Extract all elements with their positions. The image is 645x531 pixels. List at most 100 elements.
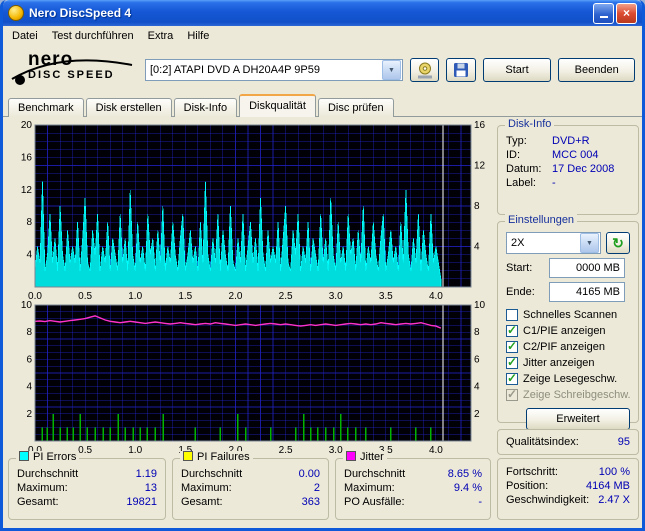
svg-text:3.0: 3.0 [329,291,343,301]
tab-benchmark[interactable]: Benchmark [8,98,84,117]
disk-info-row: Label:- [498,176,638,190]
disk-info-title: Disk-Info [505,118,554,130]
minimize-button[interactable] [593,3,614,24]
end-position-label: Ende: [506,286,544,298]
pi-errors-chart: 481216204812160.00.51.01.52.02.53.03.54.… [9,121,493,304]
chevron-down-icon[interactable]: ▼ [580,233,599,253]
save-button[interactable] [446,58,475,82]
tab-page-diskqualitaet: 481216204812160.00.51.01.52.02.53.03.54.… [3,116,642,528]
pi-errors-stats-title: PI Errors [33,451,76,463]
checkbox-fast-scan[interactable]: Schnelles Scannen [498,307,638,323]
tabstrip: Benchmark Disk erstellen Disk-Info Diskq… [3,95,642,116]
progress-row: Fortschritt:100 % [498,465,638,479]
menu-extra[interactable]: Extra [141,28,181,44]
svg-text:4.0: 4.0 [429,445,443,455]
svg-text:20: 20 [21,121,33,131]
svg-text:2.5: 2.5 [279,445,293,455]
disc-id-value: MCC 004 [552,149,598,161]
start-button[interactable]: Start [483,58,552,82]
speed-selector-value: 2X [507,237,579,249]
settings-group: Einstellungen 2X ▼ ↻ Start: Ende: [497,221,639,423]
start-button-label: Start [505,64,528,76]
pi-errors-stats-group: PI Errors Durchschnitt1.19 Maximum:13 Ge… [8,458,166,520]
pi-failures-stats-title: PI Failures [197,451,250,463]
stat-row: PO Ausfälle:- [336,495,490,509]
svg-text:0.5: 0.5 [78,291,92,301]
close-icon: × [623,6,630,20]
drive-selector[interactable]: [0:2] ATAPI DVD A DH20A4P 9P59 ▼ [145,59,403,81]
svg-text:1.5: 1.5 [178,291,192,301]
svg-text:2.0: 2.0 [229,291,243,301]
menu-test-durchfuehren[interactable]: Test durchführen [45,28,141,44]
menu-datei[interactable]: Datei [5,28,45,44]
refresh-icon: ↻ [612,235,624,252]
svg-text:0.0: 0.0 [28,291,42,301]
checkbox-show-write-speed: Zeige Schreibgeschw. [498,387,638,403]
svg-text:2: 2 [474,409,480,420]
start-position-field[interactable] [549,258,625,278]
svg-text:2: 2 [26,409,32,420]
tab-disk-info[interactable]: Disk-Info [174,98,237,117]
disc-type-value: DVD+R [552,135,590,147]
checkbox-box[interactable] [506,357,518,369]
disk-info-row: ID:MCC 004 [498,148,638,162]
quality-index-label: Qualitätsindex: [506,436,579,448]
svg-text:16: 16 [474,121,486,131]
svg-text:1.0: 1.0 [128,291,142,301]
checkbox-box[interactable] [506,325,518,337]
checkbox-show-read-speed[interactable]: Zeige Lesegeschw. [498,371,638,387]
pi-failures-stats-group: PI Failures Durchschnitt0.00 Maximum:2 G… [172,458,329,520]
menu-hilfe[interactable]: Hilfe [180,28,216,44]
tab-disk-erstellen[interactable]: Disk erstellen [86,98,172,117]
checkbox-c1-pie[interactable]: C1/PIE anzeigen [498,323,638,339]
svg-text:6: 6 [474,354,480,365]
disk-info-group: Disk-Info Typ:DVD+R ID:MCC 004 Datum:17 … [497,125,639,215]
settings-title: Einstellungen [505,214,577,226]
checkbox-c2-pif[interactable]: C2/PIF anzeigen [498,339,638,355]
close-button[interactable]: × [616,3,637,24]
advanced-button-label: Erweitert [556,413,599,425]
stat-row: Durchschnitt1.19 [9,467,165,481]
start-position-label: Start: [506,262,544,274]
save-icon [453,62,469,78]
stat-row: Maximum:2 [173,481,328,495]
jitter-stats-title: Jitter [360,451,384,463]
checkbox-box[interactable] [506,341,518,353]
window-title: Nero DiscSpeed 4 [29,6,591,20]
position-value: 4164 MB [586,480,630,492]
svg-text:8: 8 [26,217,32,228]
svg-text:8: 8 [26,327,32,338]
toolbar: nero DISC SPEED [0:2] ATAPI DVD A DH20A4… [3,45,642,95]
jitter-swatch [346,451,356,461]
advanced-button[interactable]: Erweitert [526,408,630,430]
speed-selector[interactable]: 2X ▼ [506,232,601,254]
stat-row: Durchschnitt0.00 [173,467,328,481]
svg-text:12: 12 [474,161,486,172]
refresh-speed-button[interactable]: ↻ [606,232,630,254]
svg-text:6: 6 [26,354,32,365]
tab-diskqualitaet[interactable]: Diskqualität [239,94,316,117]
eject-disc-button[interactable] [410,58,439,82]
end-position-field[interactable] [549,282,625,302]
svg-text:12: 12 [21,185,33,196]
checkbox-box[interactable] [506,309,518,321]
tab-disc-pruefen[interactable]: Disc prüfen [318,98,394,117]
svg-text:3.5: 3.5 [379,291,393,301]
chevron-down-icon[interactable]: ▼ [382,60,401,80]
quit-button[interactable]: Beenden [558,58,635,82]
svg-text:10: 10 [21,301,33,311]
quality-index-group: Qualitätsindex: 95 [497,429,639,455]
titlebar: Nero DiscSpeed 4 × [3,0,642,26]
svg-text:8: 8 [474,327,480,338]
checkbox-jitter[interactable]: Jitter anzeigen [498,355,638,371]
disk-info-row: Datum:17 Dec 2008 [498,162,638,176]
quality-index-value: 95 [618,436,630,448]
minimize-icon [600,16,608,18]
logo-text-discspeed: DISC SPEED [28,69,115,81]
app-icon [8,5,24,21]
logo-text-nero: nero [28,51,115,69]
menubar: Datei Test durchführen Extra Hilfe [3,26,642,45]
progress-row: Position:4164 MB [498,479,638,493]
checkbox-box[interactable] [506,373,518,385]
svg-text:10: 10 [474,301,486,311]
